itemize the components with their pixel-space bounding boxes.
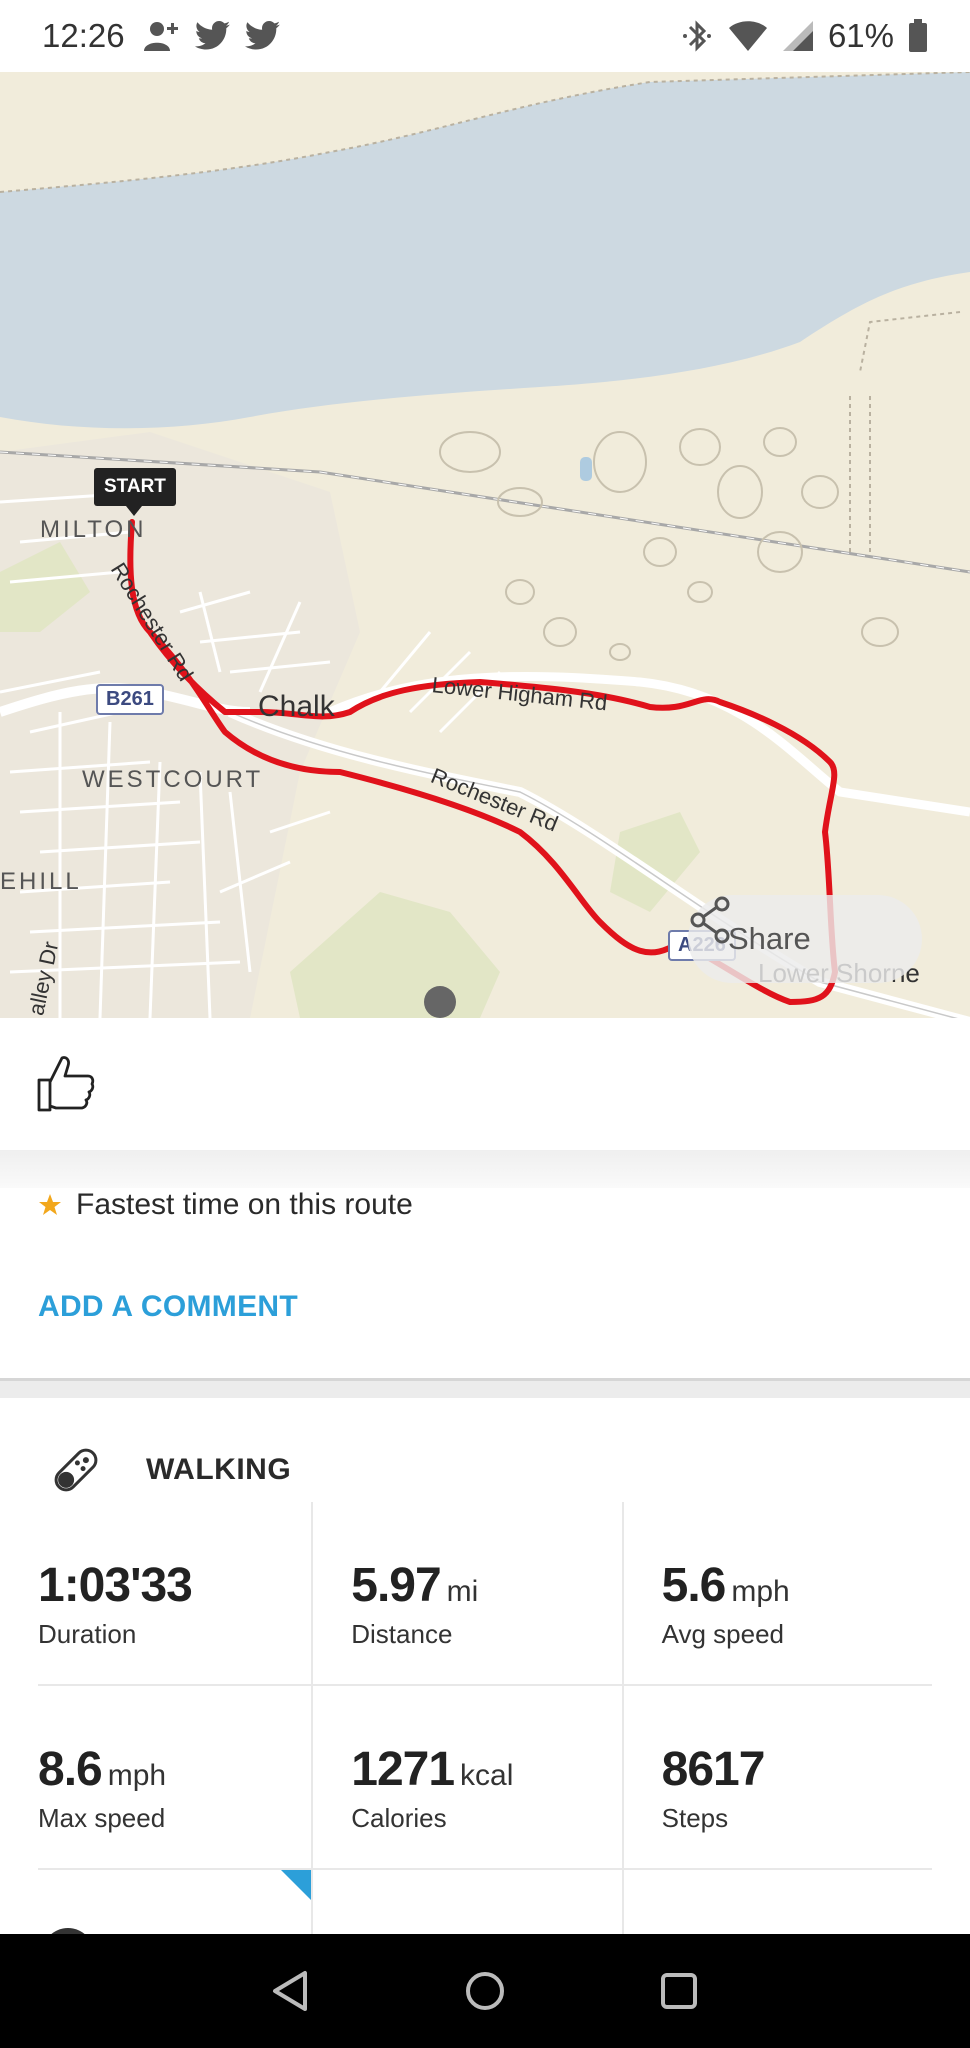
- stat-label: Calories: [351, 1803, 447, 1833]
- activity-type: WALKING: [146, 1453, 292, 1486]
- stat-duration[interactable]: 1:03'33 Duration: [38, 1502, 311, 1684]
- stat-value: 1271 kcal: [351, 1743, 514, 1796]
- stats-row-partial: [38, 1870, 932, 1964]
- place-label-ehill: EHILL: [0, 868, 82, 895]
- achievement-row: Fastest time on this route: [38, 1188, 413, 1222]
- place-label-westcourt: WESTCOURT: [82, 766, 264, 793]
- status-bar: 12:26 61%: [0, 0, 970, 72]
- thumbs-up-icon[interactable]: [36, 1054, 96, 1114]
- battery-percent: 61%: [827, 17, 894, 54]
- park-area: [290, 892, 500, 1018]
- share-icon: [690, 896, 730, 944]
- stat-value: 5.6 mph: [661, 1559, 790, 1612]
- back-icon[interactable]: [269, 1969, 313, 2013]
- signal-icon: [782, 21, 813, 51]
- status-time: 12:26: [42, 17, 125, 54]
- twitter-icon: [244, 21, 280, 50]
- like-row: [0, 1018, 970, 1150]
- stat-cell-empty: [311, 1870, 621, 1940]
- stat-max-speed[interactable]: 8.6 mph Max speed: [38, 1686, 311, 1868]
- section-gap: [0, 1150, 970, 1188]
- stats-row: 1:03'33 Duration 5.97 mi Distance 5.6 mph …: [38, 1502, 932, 1686]
- stat-value: 5.97 mi: [351, 1559, 479, 1612]
- add-person-icon: [143, 22, 178, 51]
- stat-cell-empty: [38, 1870, 312, 1964]
- achievement-text: Fastest time on this route: [76, 1188, 413, 1221]
- route-map[interactable]: START MILTON Chalk WESTCOURT EHILL Lower…: [0, 72, 970, 1018]
- bluetooth-icon: [682, 20, 711, 52]
- battery-icon: [909, 19, 927, 52]
- poi-marker: [424, 986, 456, 1018]
- stat-label: Distance: [351, 1619, 453, 1649]
- share-label: Share: [728, 921, 811, 956]
- stat-label: Max speed: [38, 1803, 166, 1833]
- system-nav-bar: [0, 1934, 970, 2048]
- star-icon: [39, 1194, 61, 1215]
- stat-label: Duration: [38, 1619, 137, 1649]
- corner-flag-icon: [281, 1870, 312, 1900]
- stat-distance[interactable]: 5.97 mi Distance: [311, 1502, 621, 1684]
- stats-row: 8.6 mph Max speed 1271 kcal Calories 8617 …: [38, 1686, 932, 1870]
- stat-value: 8.6 mph: [38, 1743, 167, 1796]
- stat-label: Avg speed: [661, 1619, 785, 1649]
- place-label-milton: MILTON: [40, 516, 147, 543]
- recents-icon[interactable]: [657, 1969, 701, 2013]
- stat-value: 8617: [661, 1743, 766, 1796]
- shoe-icon: [54, 1448, 98, 1492]
- home-icon[interactable]: [463, 1969, 507, 2013]
- wifi-icon: [728, 21, 767, 51]
- place-label-chalk: Chalk: [258, 690, 335, 723]
- stat-steps[interactable]: 8617 Steps: [621, 1686, 932, 1868]
- route-start-marker: START: [94, 468, 176, 516]
- stat-calories[interactable]: 1271 kcal Calories: [311, 1686, 621, 1868]
- add-comment-button[interactable]: ADD A COMMENT: [38, 1290, 298, 1324]
- map-canvas: [0, 72, 970, 1018]
- share-button[interactable]: Share: [688, 895, 922, 983]
- stat-cell-empty: [621, 1870, 932, 1940]
- road-shield-b261: B261: [96, 684, 164, 715]
- twitter-icon: [194, 21, 230, 50]
- stat-value: 1:03'33: [38, 1559, 193, 1612]
- stat-avg-speed[interactable]: 5.6 mph Avg speed: [621, 1502, 932, 1684]
- section-divider: [0, 1378, 970, 1398]
- stats-grid: 1:03'33 Duration 5.97 mi Distance 5.6 mph …: [38, 1502, 932, 1964]
- stat-label: Steps: [661, 1803, 729, 1833]
